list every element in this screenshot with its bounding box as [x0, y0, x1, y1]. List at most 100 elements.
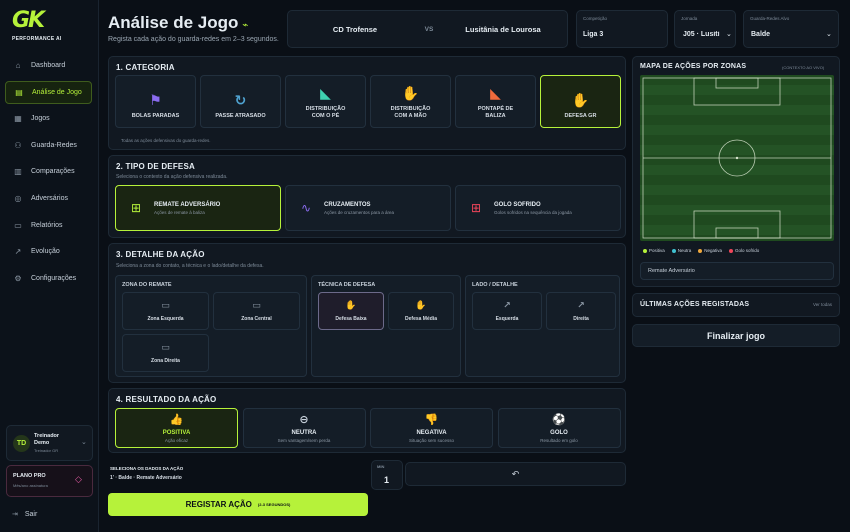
nav-item-7[interactable]: ↗ Evolução: [5, 240, 92, 263]
nav-item-label: Configurações: [31, 274, 77, 282]
goalkeeper-select[interactable]: Guarda-Redes Alvo Balde ⌄: [743, 10, 839, 48]
competition-select[interactable]: Competição Liga 3: [576, 10, 668, 48]
zone-option-1[interactable]: ▭ Zona Central: [213, 292, 300, 330]
detail-note: Seleciona a zona do contato, a técnica e…: [116, 263, 264, 269]
nav-item-0[interactable]: ⌂ Dashboard: [5, 54, 92, 77]
technique-title: TÉCNICA DE DEFESA: [318, 282, 376, 288]
round-label: Jornada: [681, 16, 698, 21]
glove-icon: ✋: [415, 300, 427, 310]
detail-title: 3. DETALHE DA AÇÃO: [116, 250, 205, 259]
user-card[interactable]: TD Treinador Demo Treinador GR ⌄: [6, 425, 93, 461]
result-desc: Situação sem sucesso: [408, 438, 455, 443]
nav-item-3[interactable]: ⚇ Guarda-Redes: [5, 134, 92, 157]
legend-dot-icon: [643, 248, 647, 253]
arrow-icon: ↗: [577, 300, 585, 310]
legend-item: Positiva: [643, 248, 665, 253]
legend-label: Positiva: [649, 248, 665, 253]
minute-field[interactable]: MIN 1: [371, 460, 403, 490]
result-option-2[interactable]: 👎 NEGATIVA Situação sem sucesso: [370, 408, 493, 448]
competition-label: Competição: [583, 16, 608, 21]
result-option-0[interactable]: 👍 POSITIVA Ação eficaz: [115, 408, 238, 448]
home-icon: ⌂: [15, 61, 21, 70]
chevron-down-icon[interactable]: ⌄: [81, 438, 87, 446]
logout-button[interactable]: ⇥ Sair: [12, 510, 38, 519]
map-panel: MAPA DE AÇÕES POR ZONAS (CONTEXTO AO VIV…: [632, 56, 840, 287]
category-tile-4[interactable]: ◣ PONTAPÉ DE BALIZA: [455, 75, 536, 128]
nav-item-2[interactable]: ▦ Jogos: [5, 107, 92, 130]
zone-title: ZONA DO REMATE: [122, 282, 172, 288]
target-icon: ◎: [14, 194, 22, 203]
plan-card[interactable]: PLANO PRO Mês/ano assinatura ◇: [6, 465, 93, 497]
result-option-1[interactable]: ⊖ NEUTRA Sem vantagem/sem perda: [242, 408, 366, 448]
nav-item-1[interactable]: ▤ Análise de Jogo: [5, 80, 92, 104]
nav-item-label: Dashboard: [31, 62, 66, 69]
legend-item: Negativa: [698, 248, 722, 253]
zone-label: Zona Esquerda: [147, 316, 184, 322]
legend-dot-icon: [729, 248, 734, 253]
view-all-link[interactable]: Ver todas: [813, 302, 832, 307]
nav-item-6[interactable]: ▭ Relatórios: [5, 214, 92, 237]
technique-option-1[interactable]: ✋ Defesa Média: [388, 292, 454, 330]
category-tile-0[interactable]: ⚑ BOLAS PARADAS: [115, 75, 196, 128]
goal-frame-icon: ▭: [252, 300, 261, 310]
diamond-icon: ◇: [75, 474, 82, 484]
technique-option-0[interactable]: ✋ Defesa Baixa: [318, 292, 384, 330]
clipboard-icon: ▤: [15, 87, 23, 97]
thumbs-up-icon: 👍: [169, 414, 184, 426]
side-label: Direita: [573, 316, 589, 322]
category-icon: ↻: [234, 92, 247, 109]
category-tile-1[interactable]: ↻ PASSE ATRASADO: [200, 75, 281, 128]
side-option-0[interactable]: ↗ Esquerda: [472, 292, 542, 330]
side-option-1[interactable]: ↗ Direita: [546, 292, 616, 330]
finish-game-button[interactable]: Finalizar jogo: [632, 324, 840, 347]
legend-label: Golo sofrido: [735, 248, 760, 253]
round-select[interactable]: Jornada J05 · Lusiti ⌄: [674, 10, 736, 48]
zone-option-2[interactable]: ▭ Zona Direita: [122, 334, 209, 372]
legend-dot-icon: [698, 248, 703, 253]
glove-icon: ✋: [345, 300, 357, 310]
match-selector[interactable]: CD Trofense VS Lusitânia de Lourosa: [287, 10, 568, 48]
category-tile-2[interactable]: ◣ DISTRIBUIÇÃO COM O PÉ: [285, 75, 366, 128]
legend-label: Neutra: [677, 248, 692, 253]
result-option-3[interactable]: ⚽ GOLO Resultado em golo: [497, 408, 621, 448]
result-label: POSITIVA: [162, 430, 191, 436]
category-tile-3[interactable]: ✋ DISTRIBUIÇÃO COM A MÃO: [370, 75, 451, 128]
legend-label: Negativa: [704, 248, 723, 253]
undo-icon: ↶: [511, 468, 520, 479]
nav-item-label: Jogos: [31, 115, 50, 123]
result-desc: Ação eficaz: [164, 438, 189, 443]
thumbs-down-icon: 👎: [424, 414, 439, 426]
nav-item-8[interactable]: ⚙ Configurações: [5, 267, 92, 290]
arrow-icon: ↗: [503, 300, 511, 310]
zone-option-0[interactable]: ▭ Zona Esquerda: [122, 292, 209, 330]
goal-frame-icon: ▭: [161, 342, 170, 352]
away-team: Lusitânia de Lourosa: [465, 25, 541, 34]
defense-tile-2[interactable]: ⊞ GOLO SOFRIDO Golos sofridos na sequência…: [455, 185, 621, 231]
defense-tile-1[interactable]: ∿ CRUZAMENTOS Ações de cruzamentos para a …: [285, 185, 451, 231]
category-label: DISTRIBUIÇÃO COM O PÉ: [305, 106, 346, 120]
neutral-icon: ⊖: [299, 414, 309, 426]
user-role: Treinador GR: [34, 448, 59, 453]
gear-icon: ⚙: [14, 273, 22, 283]
goal-icon: ⊞: [470, 201, 482, 215]
undo-button[interactable]: ↶: [405, 462, 626, 486]
chevron-down-icon: ⌄: [726, 31, 732, 38]
category-label: BOLAS PARADAS: [131, 113, 180, 120]
sidebar: GK PERFORMANCE AI ⌂ Dashboard ▤ Análise de …: [0, 0, 99, 532]
logout-label: Sair: [24, 510, 38, 518]
category-icon: ✋: [571, 92, 590, 109]
zone-label: Zona Direita: [151, 358, 180, 364]
summary-label: SELECIONA OS DADOS DA AÇÃO: [110, 466, 184, 471]
plan-title: PLANO PRO: [13, 473, 46, 479]
pitch-map[interactable]: [640, 75, 834, 241]
defense-text: CRUZAMENTOS Ações de cruzamentos para a á…: [324, 202, 394, 215]
nav-item-5[interactable]: ◎ Adversários: [5, 187, 92, 210]
nav-item-4[interactable]: ▥ Comparações: [5, 160, 92, 183]
legend-item: Neutra: [671, 248, 692, 253]
minute-value: 1: [384, 475, 390, 485]
category-tile-5[interactable]: ✋ DEFESA GR: [540, 75, 621, 128]
side-title: LADO / DETALHE: [472, 282, 518, 288]
defense-desc: Ações de remate à baliza: [154, 209, 205, 215]
defense-tile-0[interactable]: ⊞ REMATE ADVERSÁRIO Ações de remate à bali…: [115, 185, 281, 231]
register-action-button[interactable]: REGISTAR AÇÃO (2-3 SEGUNDOS): [108, 493, 368, 516]
